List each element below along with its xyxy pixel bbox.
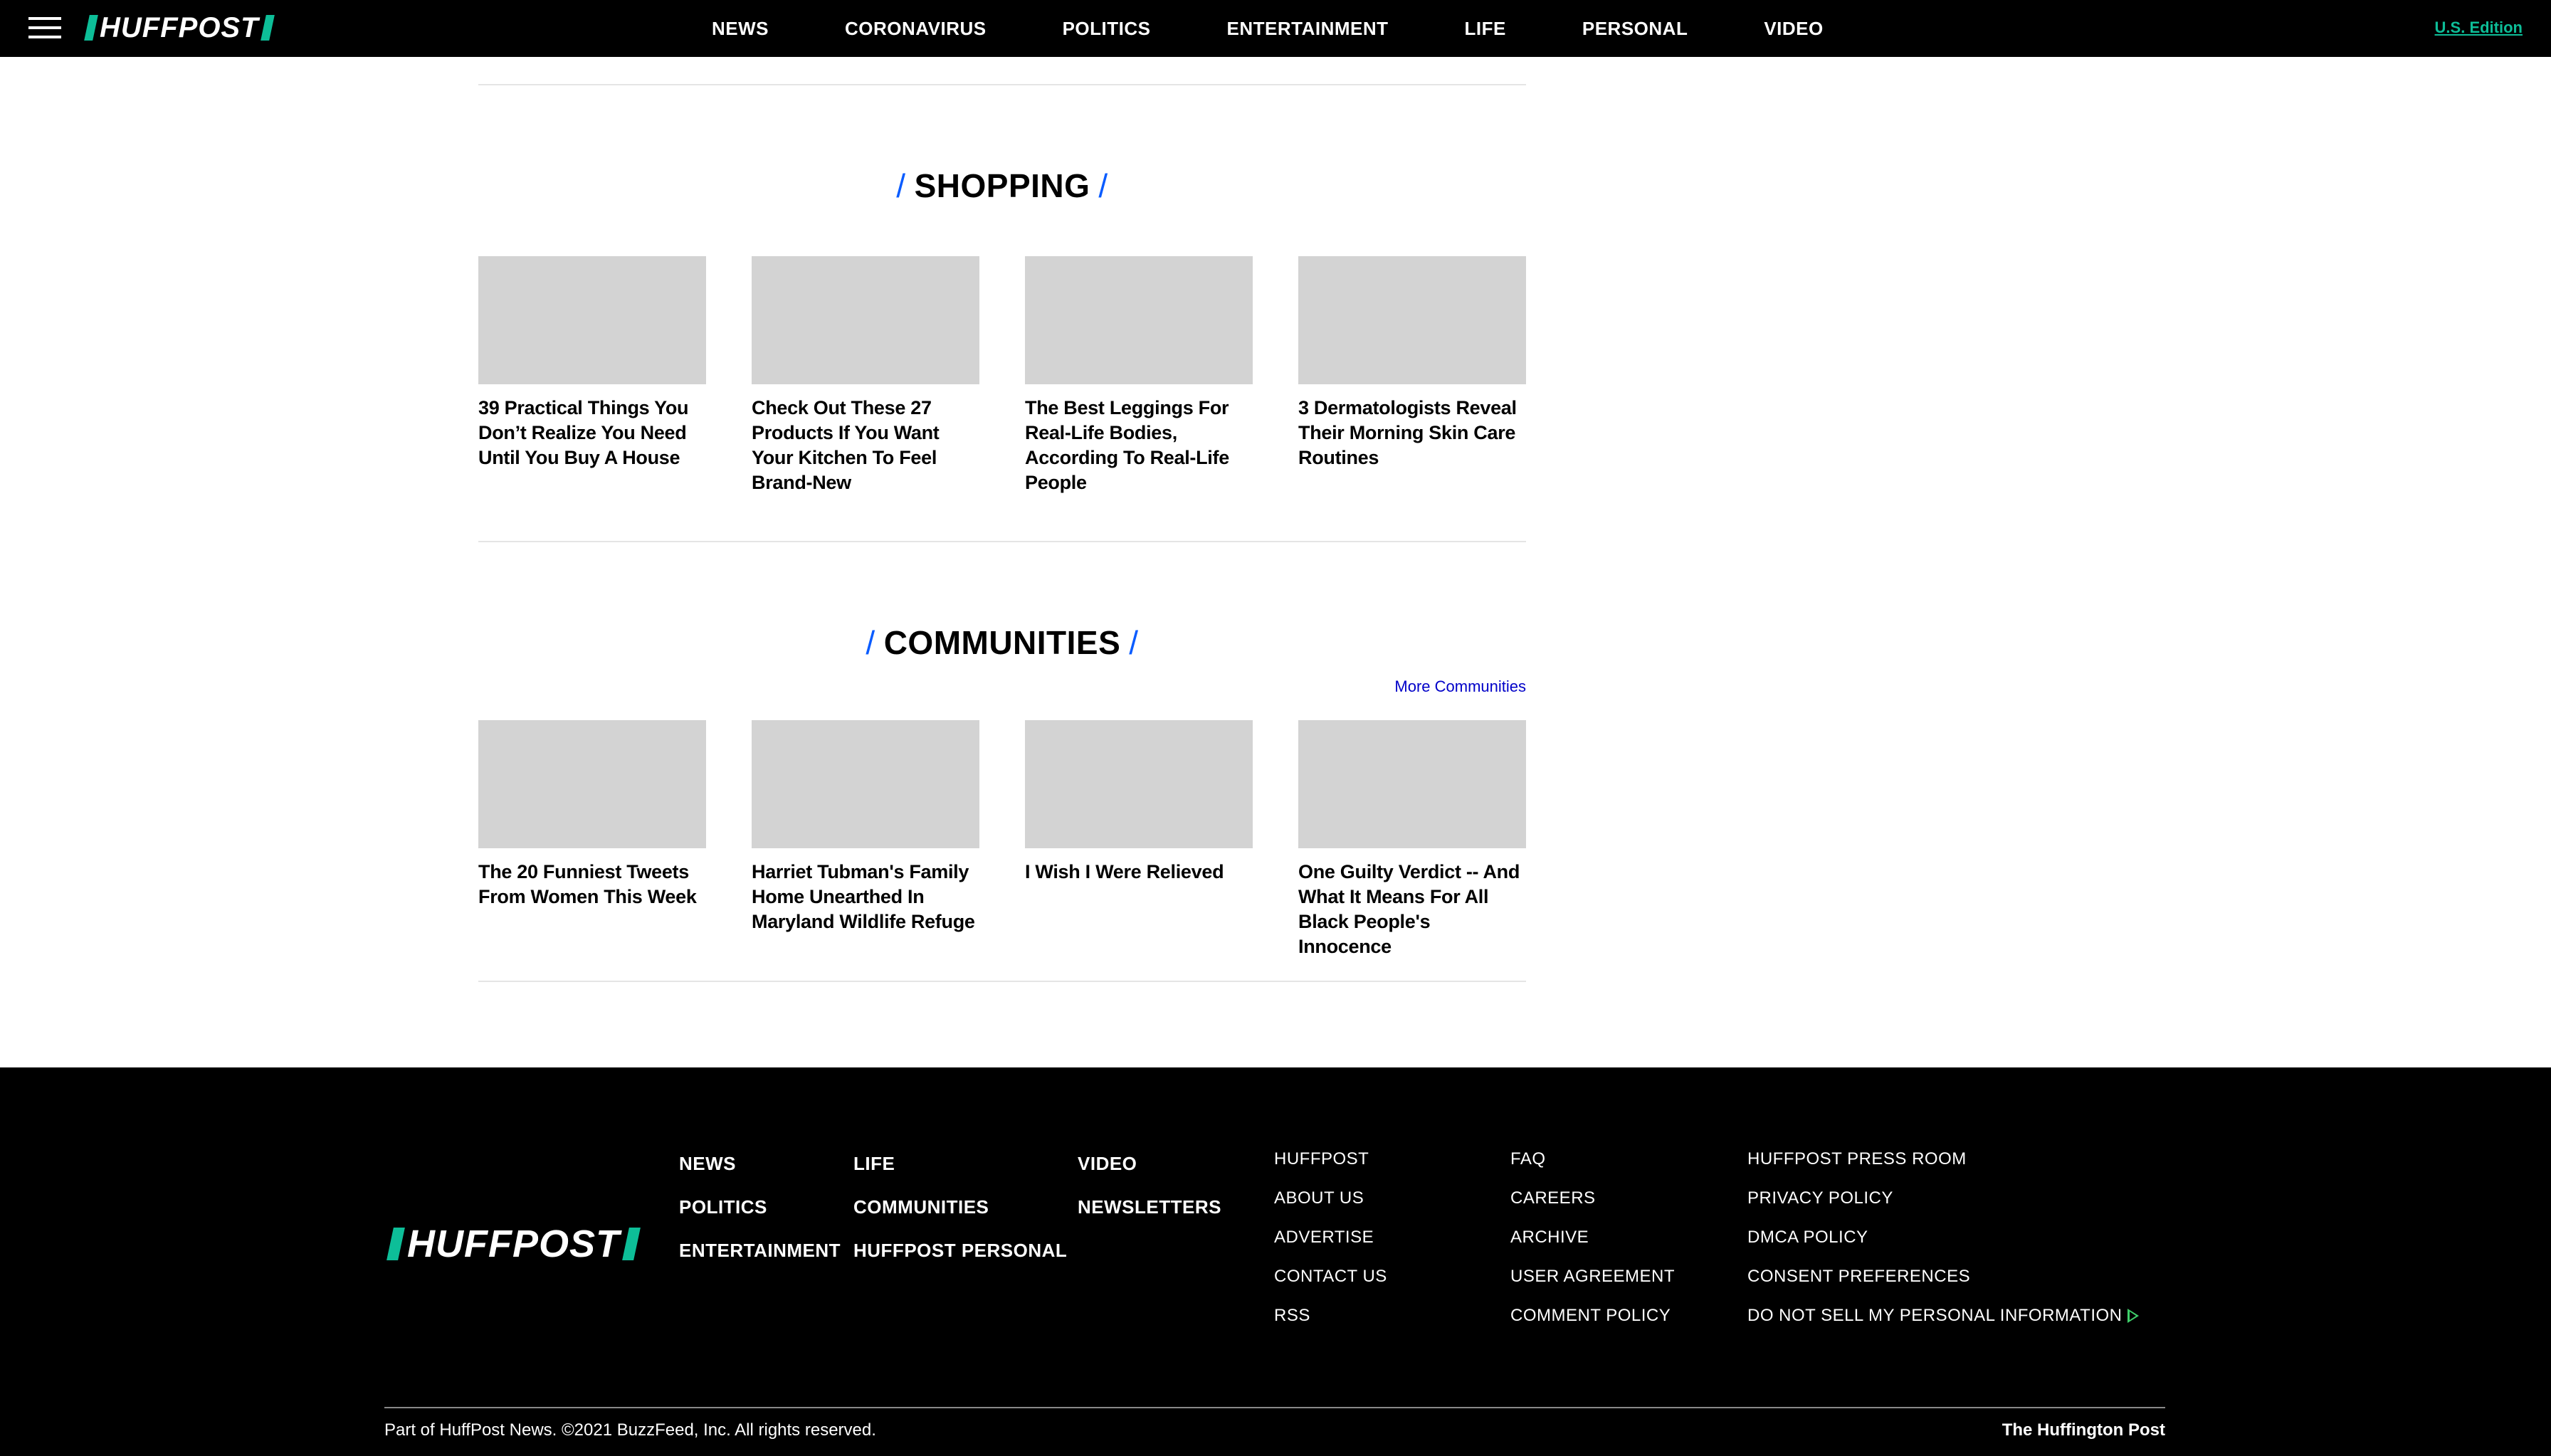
card-thumbnail bbox=[1025, 256, 1253, 384]
copyright-text: Part of HuffPost News. ©2021 BuzzFeed, I… bbox=[384, 1420, 876, 1440]
footer-brand-name: The Huffington Post bbox=[2002, 1420, 2165, 1440]
footer-link-privacy-policy[interactable]: PRIVACY POLICY bbox=[1747, 1188, 2139, 1227]
footer-link-huffpost-personal[interactable]: HUFFPOST PERSONAL bbox=[853, 1240, 1067, 1283]
top-nav-bar: HUFFPOST NEWS CORONAVIRUS POLITICS ENTER… bbox=[0, 0, 2551, 57]
nav-politics[interactable]: POLITICS bbox=[1063, 18, 1151, 40]
footer-link-entertainment[interactable]: ENTERTAINMENT bbox=[679, 1240, 841, 1283]
site-footer: HUFFPOST NEWS POLITICS ENTERTAINMENT LIF… bbox=[0, 1067, 2551, 1456]
card-thumbnail bbox=[478, 256, 706, 384]
communities-grid: The 20 Funniest Tweets From Women This W… bbox=[478, 720, 1526, 959]
card-title: 3 Dermatologists Reveal Their Morning Sk… bbox=[1298, 397, 1517, 468]
footer-link-consent-preferences[interactable]: CONSENT PREFERENCES bbox=[1747, 1266, 2139, 1305]
edition-link[interactable]: U.S. Edition bbox=[2435, 19, 2523, 37]
footer-info-col-1: HUFFPOST ABOUT US ADVERTISE CONTACT US R… bbox=[1274, 1149, 1387, 1344]
card-thumbnail bbox=[752, 720, 979, 848]
footer-link-rss[interactable]: RSS bbox=[1274, 1305, 1387, 1344]
card-title: The Best Leggings For Real-Life Bodies, … bbox=[1025, 397, 1229, 493]
logo-bar-right bbox=[622, 1228, 641, 1260]
card-title: 39 Practical Things You Don’t Realize Yo… bbox=[478, 397, 689, 468]
card-thumbnail bbox=[752, 256, 979, 384]
card-title: One Guilty Verdict -- And What It Means … bbox=[1298, 861, 1520, 957]
nav-coronavirus[interactable]: CORONAVIRUS bbox=[845, 18, 987, 40]
shopping-card[interactable]: Check Out These 27 Products If You Want … bbox=[752, 256, 979, 495]
main-nav: NEWS CORONAVIRUS POLITICS ENTERTAINMENT … bbox=[712, 0, 1900, 57]
card-thumbnail bbox=[1298, 720, 1526, 848]
footer-link-dmca-policy[interactable]: DMCA POLICY bbox=[1747, 1227, 2139, 1266]
section-divider bbox=[478, 981, 1526, 982]
footer-link-advertise[interactable]: ADVERTISE bbox=[1274, 1227, 1387, 1266]
card-title: The 20 Funniest Tweets From Women This W… bbox=[478, 861, 697, 907]
footer-link-faq[interactable]: FAQ bbox=[1510, 1149, 1675, 1188]
card-title: I Wish I Were Relieved bbox=[1025, 861, 1224, 882]
logo-bar-right bbox=[260, 15, 275, 41]
footer-info-col-3: HUFFPOST PRESS ROOM PRIVACY POLICY DMCA … bbox=[1747, 1149, 2140, 1344]
communities-heading: / COMMUNITIES / bbox=[866, 624, 1139, 661]
community-card[interactable]: The 20 Funniest Tweets From Women This W… bbox=[478, 720, 706, 959]
footer-link-archive[interactable]: ARCHIVE bbox=[1510, 1227, 1675, 1266]
card-thumbnail bbox=[1025, 720, 1253, 848]
footer-link-video[interactable]: VIDEO bbox=[1078, 1153, 1221, 1196]
nav-personal[interactable]: PERSONAL bbox=[1582, 18, 1688, 40]
community-card[interactable]: Harriet Tubman's Family Home Unearthed I… bbox=[752, 720, 979, 959]
footer-link-newsletters[interactable]: NEWSLETTERS bbox=[1078, 1196, 1221, 1240]
footer-link-comment-policy[interactable]: COMMENT POLICY bbox=[1510, 1305, 1675, 1344]
shopping-heading: / SHOPPING / bbox=[896, 167, 1108, 204]
community-card[interactable]: I Wish I Were Relieved bbox=[1025, 720, 1253, 959]
shopping-card[interactable]: 39 Practical Things You Don’t Realize Yo… bbox=[478, 256, 706, 495]
card-thumbnail bbox=[1298, 256, 1526, 384]
footer-divider bbox=[384, 1407, 2165, 1408]
footer-link-life[interactable]: LIFE bbox=[853, 1153, 1067, 1196]
logo-bar-left bbox=[84, 15, 98, 41]
privacy-options-icon bbox=[2127, 1309, 2140, 1323]
menu-icon[interactable] bbox=[28, 17, 61, 38]
nav-news[interactable]: NEWS bbox=[712, 18, 769, 40]
card-title: Check Out These 27 Products If You Want … bbox=[752, 397, 940, 493]
footer-link-user-agreement[interactable]: USER AGREEMENT bbox=[1510, 1266, 1675, 1305]
section-divider bbox=[478, 541, 1526, 542]
footer-link-politics[interactable]: POLITICS bbox=[679, 1196, 841, 1240]
footer-huffpost-logo[interactable]: HUFFPOST bbox=[384, 1223, 643, 1265]
huffpost-logo[interactable]: HUFFPOST bbox=[83, 11, 276, 43]
footer-link-press-room[interactable]: HUFFPOST PRESS ROOM bbox=[1747, 1149, 2139, 1188]
footer-link-careers[interactable]: CAREERS bbox=[1510, 1188, 1675, 1227]
card-thumbnail bbox=[478, 720, 706, 848]
footer-link-about-us[interactable]: ABOUT US bbox=[1274, 1188, 1387, 1227]
logo-text: HUFFPOST bbox=[100, 11, 259, 43]
footer-info-col-2: FAQ CAREERS ARCHIVE USER AGREEMENT COMME… bbox=[1510, 1149, 1675, 1344]
nav-life[interactable]: LIFE bbox=[1465, 18, 1506, 40]
footer-link-news[interactable]: NEWS bbox=[679, 1153, 841, 1196]
footer-link-communities[interactable]: COMMUNITIES bbox=[853, 1196, 1067, 1240]
shopping-grid: 39 Practical Things You Don’t Realize Yo… bbox=[478, 256, 1526, 495]
footer-section-col-2: LIFE COMMUNITIES HUFFPOST PERSONAL bbox=[853, 1153, 1067, 1283]
nav-video[interactable]: VIDEO bbox=[1764, 18, 1823, 40]
more-communities-link[interactable]: More Communities bbox=[1394, 677, 1526, 696]
footer-section-col-3: VIDEO NEWSLETTERS bbox=[1078, 1153, 1221, 1240]
logo-bar-left bbox=[386, 1228, 405, 1260]
footer-link-do-not-sell[interactable]: DO NOT SELL MY PERSONAL INFORMATION bbox=[1747, 1305, 2140, 1344]
section-divider bbox=[478, 84, 1526, 85]
shopping-card[interactable]: 3 Dermatologists Reveal Their Morning Sk… bbox=[1298, 256, 1526, 495]
footer-link-huffpost[interactable]: HUFFPOST bbox=[1274, 1149, 1387, 1188]
footer-link-contact-us[interactable]: CONTACT US bbox=[1274, 1266, 1387, 1305]
logo-text: HUFFPOST bbox=[407, 1223, 620, 1265]
shopping-card[interactable]: The Best Leggings For Real-Life Bodies, … bbox=[1025, 256, 1253, 495]
footer-section-col-1: NEWS POLITICS ENTERTAINMENT bbox=[679, 1153, 841, 1283]
card-title: Harriet Tubman's Family Home Unearthed I… bbox=[752, 861, 975, 932]
do-not-sell-label: DO NOT SELL MY PERSONAL INFORMATION bbox=[1747, 1306, 2123, 1325]
community-card[interactable]: One Guilty Verdict -- And What It Means … bbox=[1298, 720, 1526, 959]
nav-entertainment[interactable]: ENTERTAINMENT bbox=[1227, 18, 1389, 40]
